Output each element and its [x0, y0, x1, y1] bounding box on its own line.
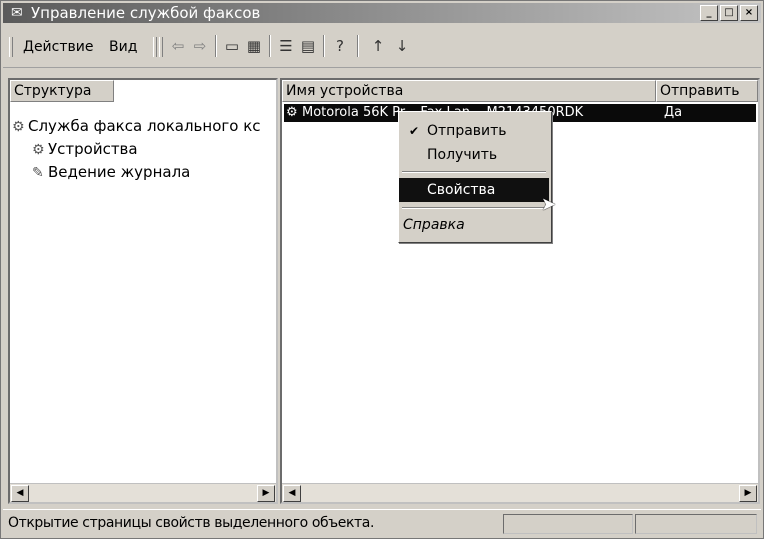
mmc-window: ✉ Управление службой факсов _ □ × Действ… — [0, 0, 764, 539]
toolbar-separator — [215, 35, 217, 57]
column-header-send[interactable]: Отправить — [656, 80, 758, 102]
column-header-device-name[interactable]: Имя устройства — [282, 80, 656, 102]
menu-toolbar: Действие Вид ⇦ ⇨ ▭ ▦ ☰ ▤ ? ↑ ↓ — [3, 25, 761, 68]
device-icon: ⚙ — [286, 105, 298, 120]
scroll-right-icon[interactable]: ▶ — [739, 485, 757, 502]
window-controls: _ □ × — [700, 5, 758, 21]
toolbar-separator — [323, 35, 325, 57]
details-horizontal-scrollbar[interactable]: ◀ ▶ — [282, 483, 758, 502]
menu-item-label: Справка — [403, 217, 465, 233]
scroll-left-icon[interactable]: ◀ — [283, 485, 301, 502]
menu-item-send[interactable]: ✔ Отправить — [399, 120, 549, 142]
menu-item-label: Получить — [427, 147, 498, 163]
properties-icon[interactable]: ☰ — [275, 35, 297, 57]
tree-item-logging[interactable]: ✎ Ведение журнала — [32, 163, 190, 181]
menu-separator — [402, 207, 546, 209]
status-panel — [635, 514, 757, 534]
menu-separator — [402, 171, 546, 173]
menu-item-properties[interactable]: Свойства — [399, 178, 549, 202]
tree-item-devices[interactable]: ⚙ Устройства — [32, 140, 138, 158]
minimize-button[interactable]: _ — [700, 5, 718, 21]
tab-structure[interactable]: Структура — [10, 80, 114, 102]
toolbar-grip-3[interactable] — [159, 37, 163, 57]
devices-icon: ⚙ — [32, 142, 45, 158]
tree-item-label: Ведение журнала — [48, 163, 191, 181]
show-tree-icon[interactable]: ▦ — [243, 35, 265, 57]
toolbar-grip-2[interactable] — [153, 37, 157, 57]
title-bar[interactable]: ✉ Управление службой факсов _ □ × — [3, 3, 761, 23]
menu-item-receive[interactable]: Получить — [399, 144, 549, 166]
scroll-left-icon[interactable]: ◀ — [11, 485, 29, 502]
move-down-icon[interactable]: ↓ — [391, 35, 413, 57]
menu-item-help[interactable]: Справка — [399, 214, 549, 236]
context-menu: ✔ Отправить Получить Свойства Справка — [398, 111, 552, 243]
toolbar-grip[interactable] — [9, 37, 13, 57]
toolbar-separator — [269, 35, 271, 57]
close-button[interactable]: × — [740, 5, 758, 21]
toolbar-separator — [357, 35, 359, 57]
mouse-cursor-icon: ➤ — [541, 194, 557, 215]
fax-service-icon: ⚙ — [12, 119, 25, 135]
status-text: Открытие страницы свойств выделенного об… — [8, 515, 375, 531]
tree-item-label: Устройства — [48, 140, 138, 158]
tree-horizontal-scrollbar[interactable]: ◀ ▶ — [10, 483, 276, 502]
send-cell: Да — [664, 105, 683, 120]
status-bar: Открытие страницы свойств выделенного об… — [3, 509, 761, 538]
checkmark-icon: ✔ — [409, 124, 420, 138]
window-title: Управление службой факсов — [31, 4, 261, 22]
menu-view[interactable]: Вид — [107, 39, 139, 55]
up-folder-icon[interactable]: ▭ — [221, 35, 243, 57]
export-list-icon[interactable]: ▤ — [297, 35, 319, 57]
logging-icon: ✎ — [32, 165, 44, 181]
tree-item-fax-service[interactable]: ⚙ Служба факса локального кс — [12, 117, 261, 135]
help-icon[interactable]: ? — [329, 35, 351, 57]
menu-action[interactable]: Действие — [21, 39, 95, 55]
move-up-icon[interactable]: ↑ — [367, 35, 389, 57]
menu-item-label: Свойства — [427, 182, 496, 198]
menu-item-label: Отправить — [427, 123, 507, 139]
fax-app-icon: ✉ — [11, 5, 23, 21]
status-panel — [503, 514, 633, 534]
forward-arrow-icon[interactable]: ⇨ — [189, 35, 211, 57]
tree-item-label: Служба факса локального кс — [28, 117, 261, 135]
maximize-button[interactable]: □ — [720, 5, 738, 21]
scroll-right-icon[interactable]: ▶ — [257, 485, 275, 502]
back-arrow-icon[interactable]: ⇦ — [167, 35, 189, 57]
tree-pane: Структура ⚙ Служба факса локального кс ⚙ У… — [8, 78, 278, 504]
